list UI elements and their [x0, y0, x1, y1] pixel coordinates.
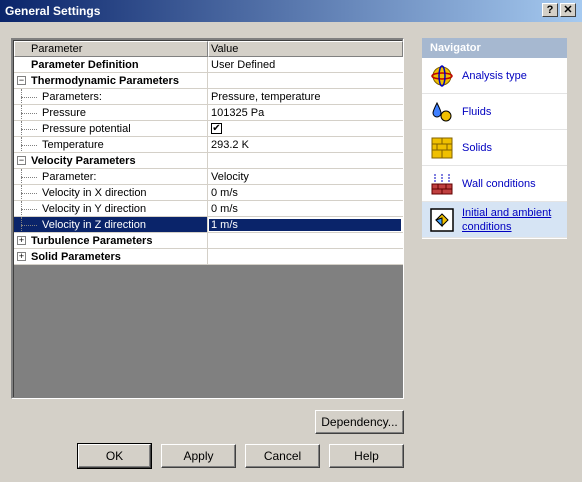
value-label: 1 m/s: [208, 217, 402, 232]
header-parameter[interactable]: Parameter: [14, 41, 208, 57]
grid-row[interactable]: + Solid Parameters: [14, 249, 403, 265]
param-label: Pressure: [42, 106, 87, 119]
solids-icon: [431, 137, 453, 158]
value-label: Velocity: [211, 170, 249, 183]
help-button[interactable]: Help: [329, 444, 404, 468]
apply-button[interactable]: Apply: [161, 444, 236, 468]
param-cell[interactable]: Velocity in Y direction: [14, 201, 208, 216]
nav-item-wall-conditions[interactable]: Wall conditions: [422, 166, 567, 202]
nav-item-initial-conditions[interactable]: Initial and ambient conditions: [422, 202, 567, 238]
param-cell[interactable]: + Solid Parameters: [14, 249, 208, 264]
nav-label-initial-conditions: Initial and ambient conditions: [462, 206, 552, 233]
grid-row[interactable]: Parameter: Velocity: [14, 169, 403, 185]
param-cell[interactable]: + Turbulence Parameters: [14, 233, 208, 248]
param-cell[interactable]: Velocity in X direction: [14, 185, 208, 200]
value-label: 0 m/s: [211, 202, 238, 215]
param-label: Parameter Definition: [31, 58, 139, 71]
param-cell[interactable]: Pressure: [14, 105, 208, 120]
dependency-button[interactable]: Dependency...: [315, 410, 404, 434]
grid-row[interactable]: Temperature 293.2 K: [14, 137, 403, 153]
nav-item-fluids[interactable]: Fluids: [422, 94, 567, 130]
initial-conditions-icon: [430, 207, 454, 232]
window-title: General Settings: [5, 4, 101, 18]
close-title-button[interactable]: ✕: [560, 3, 576, 17]
value-label: 0 m/s: [211, 186, 238, 199]
param-cell[interactable]: Velocity in Z direction: [14, 217, 208, 232]
value-cell[interactable]: 293.2 K: [208, 137, 403, 152]
param-cell[interactable]: Parameter Definition: [14, 57, 208, 72]
grid-header: Parameter Value: [14, 41, 403, 57]
param-label: Temperature: [42, 138, 104, 151]
nav-label-wall-conditions: Wall conditions: [462, 177, 536, 190]
value-cell[interactable]: [208, 153, 403, 168]
param-cell[interactable]: − Velocity Parameters: [14, 153, 208, 168]
param-cell[interactable]: Parameter:: [14, 169, 208, 184]
value-label: User Defined: [211, 58, 276, 71]
param-label: Pressure potential: [42, 122, 131, 135]
value-cell[interactable]: Pressure, temperature: [208, 89, 403, 104]
param-label: Velocity in X direction: [42, 186, 147, 199]
grid-row[interactable]: Parameters: Pressure, temperature: [14, 89, 403, 105]
expand-icon[interactable]: +: [17, 252, 26, 261]
expand-icon[interactable]: +: [17, 236, 26, 245]
value-cell[interactable]: User Defined: [208, 57, 403, 72]
parameter-grid[interactable]: Parameter Value Parameter Definition User…: [11, 38, 404, 399]
nav-item-solids[interactable]: Solids: [422, 130, 567, 166]
value-label: 101325 Pa: [211, 106, 265, 119]
wall-conditions-icon: [431, 173, 453, 194]
param-label: Parameters:: [42, 90, 102, 103]
grid-row[interactable]: Pressure 101325 Pa: [14, 105, 403, 121]
value-cell[interactable]: [208, 73, 403, 88]
grid-row[interactable]: Pressure potential ✔: [14, 121, 403, 137]
grid-rows: Parameter Definition User Defined − Thermod…: [14, 57, 403, 265]
value-cell[interactable]: [208, 249, 403, 264]
pressure-potential-checkbox[interactable]: ✔: [211, 123, 222, 134]
value-label: 293.2 K: [211, 138, 249, 151]
param-label: Solid Parameters: [31, 250, 121, 263]
analysis-type-icon: [431, 64, 453, 87]
grid-row[interactable]: + Turbulence Parameters: [14, 233, 403, 249]
grid-row[interactable]: Velocity in Y direction 0 m/s: [14, 201, 403, 217]
nav-label-analysis-type: Analysis type: [462, 69, 527, 82]
value-label: Pressure, temperature: [211, 90, 321, 103]
fluids-icon: [432, 101, 452, 121]
param-cell[interactable]: Temperature: [14, 137, 208, 152]
grid-row[interactable]: − Thermodynamic Parameters: [14, 73, 403, 89]
grid-row[interactable]: Parameter Definition User Defined: [14, 57, 403, 73]
value-cell[interactable]: ✔: [208, 121, 403, 136]
param-label: Turbulence Parameters: [31, 234, 153, 247]
param-label: Velocity Parameters: [31, 154, 136, 167]
navigator-title: Navigator: [422, 38, 567, 58]
grid-row[interactable]: Velocity in Z direction 1 m/s: [14, 217, 403, 233]
value-cell[interactable]: [208, 233, 403, 248]
grid-row[interactable]: Velocity in X direction 0 m/s: [14, 185, 403, 201]
param-label: Velocity in Y direction: [42, 202, 147, 215]
param-label: Velocity in Z direction: [42, 218, 146, 231]
value-cell[interactable]: 101325 Pa: [208, 105, 403, 120]
param-label: Thermodynamic Parameters: [31, 74, 179, 87]
value-cell[interactable]: 0 m/s: [208, 185, 403, 200]
param-cell[interactable]: Parameters:: [14, 89, 208, 104]
title-bar: General Settings ? ✕: [0, 0, 582, 22]
header-value[interactable]: Value: [208, 41, 403, 57]
collapse-icon[interactable]: −: [17, 76, 26, 85]
value-cell[interactable]: 1 m/s: [208, 217, 403, 232]
param-label: Parameter:: [42, 170, 97, 183]
cancel-button[interactable]: Cancel: [245, 444, 320, 468]
collapse-icon[interactable]: −: [17, 156, 26, 165]
value-cell[interactable]: 0 m/s: [208, 201, 403, 216]
value-cell[interactable]: Velocity: [208, 169, 403, 184]
param-cell[interactable]: − Thermodynamic Parameters: [14, 73, 208, 88]
nav-label-fluids: Fluids: [462, 105, 492, 118]
ok-button[interactable]: OK: [77, 443, 152, 469]
grid-row[interactable]: − Velocity Parameters: [14, 153, 403, 169]
param-cell[interactable]: Pressure potential: [14, 121, 208, 136]
nav-item-analysis-type[interactable]: Analysis type: [422, 58, 567, 94]
nav-label-solids: Solids: [462, 141, 492, 154]
navigator-panel: Navigator Analysis type Fluids Solids Wa…: [422, 38, 567, 239]
help-title-button[interactable]: ?: [542, 3, 558, 17]
